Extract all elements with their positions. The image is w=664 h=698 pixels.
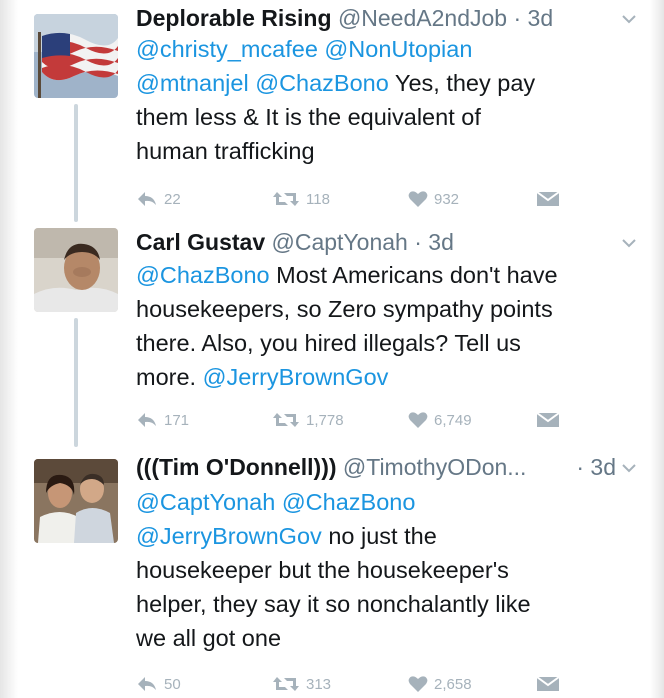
thread-line (74, 318, 78, 447)
tweet-text: @christy_mcafee @NonUtopian @mtnanjel @C… (136, 32, 646, 168)
tweet-line: housekeepers, so Zero sympathy points (136, 296, 553, 322)
american-flag-icon (34, 14, 118, 98)
retweet-button[interactable]: 313 (272, 670, 331, 698)
tweet-line: @CaptYonah @ChazBono (136, 485, 646, 519)
separator-dot: · (513, 5, 522, 31)
retweet-count: 1,778 (306, 411, 344, 429)
tweet-line: helper, they say it so nonchalantly like (136, 591, 531, 617)
tweet-line: @ChazBono Most Americans don't have (136, 262, 558, 288)
direct-message-button[interactable] (536, 185, 560, 213)
mention-link[interactable]: @ChazBono (136, 262, 270, 288)
tweet-text: @CaptYonah @ChazBono @JerryBrownGov no j… (136, 485, 646, 655)
tweet-line: @christy_mcafee @NonUtopian (136, 32, 646, 66)
reply-button[interactable]: 22 (136, 185, 181, 213)
display-name[interactable]: Deplorable Rising (136, 5, 332, 31)
mention-link[interactable]: @christy_mcafee (136, 36, 318, 62)
reply-count: 22 (164, 190, 181, 208)
like-count: 6,749 (434, 411, 472, 429)
reply-icon (138, 192, 156, 206)
chevron-down-icon[interactable] (618, 8, 640, 30)
avatar[interactable] (34, 228, 118, 312)
username-handle[interactable]: @TimothyODon... (343, 454, 527, 480)
display-name[interactable]: (((Tim O'Donnell))) (136, 454, 337, 480)
tweet-line: @mtnanjel @ChazBono Yes, they pay (136, 70, 536, 96)
tweet-3[interactable]: (((Tim O'Donnell))) @TimothyODon... · 3d… (0, 447, 664, 698)
mention-link[interactable]: @CaptYonah (136, 489, 275, 515)
tweet-actions: 171 1,778 6,749 (136, 406, 576, 434)
mention-link[interactable]: @ChazBono (255, 70, 389, 96)
direct-message-button[interactable] (536, 670, 560, 698)
envelope-icon (536, 191, 560, 206)
tweet-line: them less & It is the equivalent of (136, 104, 481, 130)
reply-count: 50 (164, 675, 181, 693)
mention-link[interactable]: @NonUtopian (324, 36, 472, 62)
like-button[interactable]: 932 (408, 185, 459, 213)
retweet-icon (273, 192, 299, 206)
retweet-icon (273, 677, 299, 691)
mention-link[interactable]: @JerryBrownGov (136, 523, 322, 549)
direct-message-button[interactable] (536, 406, 560, 434)
avatar[interactable] (34, 459, 118, 543)
display-name[interactable]: Carl Gustav (136, 229, 265, 255)
chevron-down-icon[interactable] (618, 457, 640, 479)
tweet-text: @ChazBono Most Americans don't have hous… (136, 258, 646, 394)
envelope-icon (536, 676, 560, 691)
tweet-line: housekeeper but the housekeeper's (136, 557, 509, 583)
timestamp[interactable]: 3d (528, 5, 554, 31)
reply-icon (138, 413, 156, 427)
like-count: 932 (434, 190, 460, 208)
tweet-actions: 50 313 2,658 (136, 670, 576, 698)
thread-line (74, 104, 78, 222)
profile-photo-couple (34, 459, 118, 543)
tweet-header: Carl Gustav @CaptYonah · 3d (136, 226, 624, 258)
mention-link[interactable]: @ChazBono (282, 489, 416, 515)
retweet-count: 313 (306, 675, 332, 693)
heart-icon (408, 412, 428, 428)
chevron-down-icon[interactable] (618, 232, 640, 254)
username-handle[interactable]: @NeedA2ndJob (338, 5, 507, 31)
tweet-line: @JerryBrownGov no just the (136, 523, 437, 549)
reply-button[interactable]: 171 (136, 406, 189, 434)
like-button[interactable]: 6,749 (408, 406, 472, 434)
retweet-icon (273, 413, 299, 427)
reply-icon (138, 677, 156, 691)
avatar[interactable] (34, 14, 118, 98)
separator-dot: · (576, 454, 585, 480)
tweet-timestamp-group: · 3d (576, 451, 616, 483)
tweet-line: human trafficking (136, 138, 315, 164)
reply-count: 171 (164, 411, 190, 429)
profile-photo-man (34, 228, 118, 312)
timestamp[interactable]: 3d (590, 454, 616, 480)
tweet-line: we all got one (136, 625, 282, 651)
retweet-count: 118 (306, 190, 330, 208)
mention-link[interactable]: @mtnanjel (136, 70, 249, 96)
envelope-icon (536, 412, 560, 427)
tweet-actions: 22 118 932 (136, 185, 576, 213)
like-count: 2,658 (434, 675, 472, 693)
heart-icon (408, 676, 428, 692)
tweet-line: more. @JerryBrownGov (136, 364, 389, 390)
tweet-header: Deplorable Rising @NeedA2ndJob · 3d (136, 2, 624, 34)
mention-link[interactable]: @JerryBrownGov (203, 364, 389, 390)
retweet-button[interactable]: 1,778 (272, 406, 344, 434)
retweet-button[interactable]: 118 (272, 185, 330, 213)
like-button[interactable]: 2,658 (408, 670, 472, 698)
heart-icon (408, 191, 428, 207)
timestamp[interactable]: 3d (428, 229, 454, 255)
tweet-header: (((Tim O'Donnell))) @TimothyODon... (136, 451, 604, 483)
reply-button[interactable]: 50 (136, 670, 181, 698)
tweet-line: there. Also, you hired illegals? Tell us (136, 330, 521, 356)
tweet-1[interactable]: Deplorable Rising @NeedA2ndJob · 3d @chr… (0, 0, 664, 222)
separator-dot: · (414, 229, 422, 255)
tweet-2[interactable]: Carl Gustav @CaptYonah · 3d @ChazBono Mo… (0, 222, 664, 447)
username-handle[interactable]: @CaptYonah (272, 229, 408, 255)
